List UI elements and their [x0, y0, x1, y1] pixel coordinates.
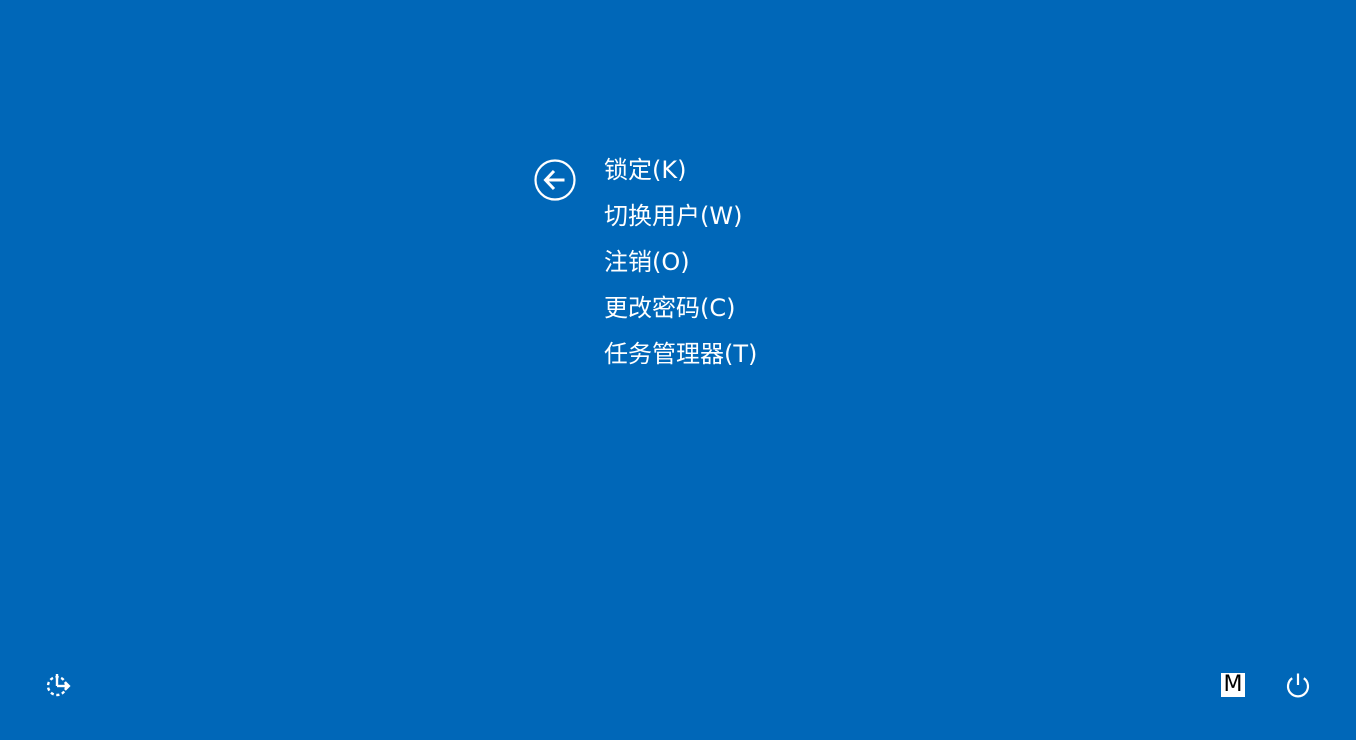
back-arrow-icon — [534, 159, 576, 201]
security-options-menu: 锁定(K) 切换用户(W) 注销(O) 更改密码(C) 任务管理器(T) — [604, 150, 757, 380]
menu-item-change-password[interactable]: 更改密码(C) — [604, 288, 757, 334]
security-options-screen: { "back_button": { "icon": "back-arrow-i… — [0, 0, 1356, 740]
menu-item-switch-user[interactable]: 切换用户(W) — [604, 196, 757, 242]
input-method-indicator[interactable]: M — [1221, 673, 1245, 697]
menu-item-task-manager[interactable]: 任务管理器(T) — [604, 334, 757, 380]
menu-item-sign-out[interactable]: 注销(O) — [604, 242, 757, 288]
ease-of-access-icon — [46, 674, 71, 697]
power-button[interactable] — [1284, 671, 1312, 699]
back-button[interactable] — [534, 159, 576, 201]
ease-of-access-button[interactable] — [44, 672, 72, 700]
power-icon — [1286, 673, 1310, 698]
menu-item-lock[interactable]: 锁定(K) — [604, 150, 757, 196]
